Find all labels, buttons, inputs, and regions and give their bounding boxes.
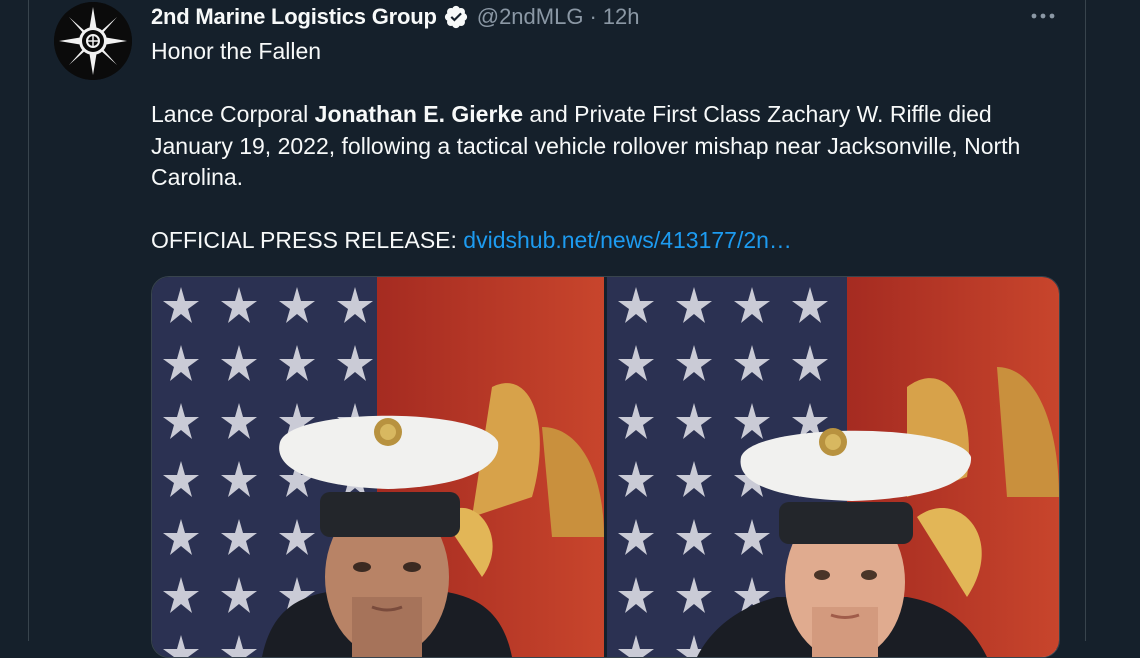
text-span: Lance Corporal — [151, 101, 315, 127]
unit-emblem-icon — [54, 2, 132, 80]
press-release-link[interactable]: dvidshub.net/news/413177/2n… — [463, 227, 792, 253]
author-handle[interactable]: @2ndMLG — [477, 4, 584, 30]
tweet-text-line: Honor the Fallen — [151, 38, 322, 64]
portrait-photo-right[interactable] — [607, 277, 1059, 657]
tweet-text-paragraph: Lance Corporal Jonathan E. Gierke and Pr… — [151, 99, 1071, 194]
verified-badge-icon — [443, 4, 469, 30]
tweet-text: Honor the Fallen Lance Corporal Jonathan… — [151, 36, 1071, 257]
more-options-icon — [1031, 13, 1055, 19]
text-bold-name: Jonathan E. Gierke — [314, 101, 524, 127]
portrait-photo-left[interactable] — [152, 277, 604, 657]
press-release-label: OFFICIAL PRESS RELEASE: — [151, 227, 464, 253]
more-options-button[interactable] — [1026, 4, 1060, 28]
avatar[interactable] — [54, 2, 132, 80]
author-display-name[interactable]: 2nd Marine Logistics Group — [151, 4, 437, 30]
header-separator: · — [589, 4, 597, 29]
column-border-right — [1085, 0, 1086, 641]
column-border-left — [28, 0, 29, 641]
tweet-timestamp[interactable]: 12h — [603, 4, 640, 30]
tweet-media — [151, 276, 1060, 658]
press-release-line: OFFICIAL PRESS RELEASE: dvidshub.net/new… — [151, 225, 1071, 257]
tweet-header: 2nd Marine Logistics Group @2ndMLG · 12h — [151, 2, 640, 32]
